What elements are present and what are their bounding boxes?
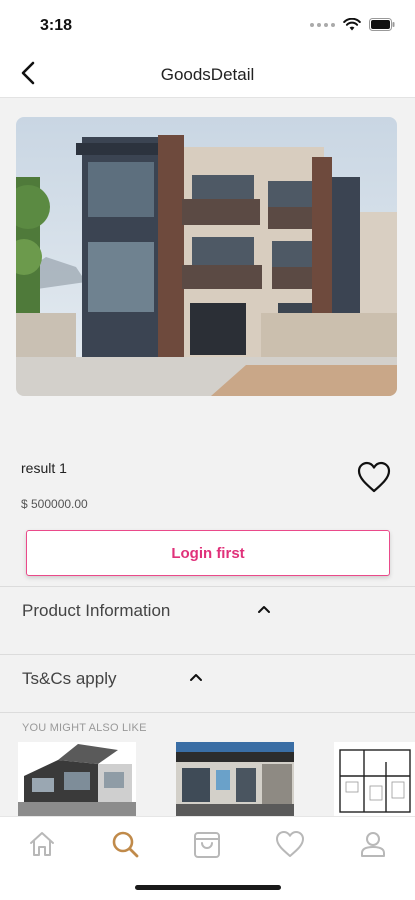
- favorite-button[interactable]: [356, 460, 392, 494]
- section-product-information[interactable]: Product Information: [0, 586, 415, 654]
- home-indicator: [135, 885, 281, 890]
- login-button[interactable]: Login first: [26, 530, 390, 576]
- profile-icon: [361, 832, 385, 857]
- tab-cart[interactable]: [189, 827, 225, 861]
- status-icons: [310, 18, 395, 31]
- page-title: GoodsDetail: [160, 65, 255, 84]
- chevron-up-icon[interactable]: [188, 669, 204, 685]
- divider: [0, 712, 415, 713]
- recommendation-card[interactable]: [334, 742, 415, 816]
- heart-icon: [276, 831, 304, 857]
- nav-bar: GoodsDetail: [0, 50, 415, 98]
- heart-outline-icon: [357, 461, 391, 493]
- recommendation-card[interactable]: [18, 742, 136, 816]
- wifi-icon: [343, 18, 361, 31]
- product-name: result 1: [21, 460, 67, 476]
- home-icon: [30, 832, 54, 856]
- section-label: Product Information: [22, 601, 171, 620]
- section-tscs[interactable]: Ts&Cs apply: [0, 654, 415, 712]
- recommendations-title: YOU MIGHT ALSO LIKE: [22, 722, 147, 734]
- status-time: 3:18: [40, 17, 73, 34]
- recommendation-card[interactable]: [176, 742, 294, 816]
- shopping-bag-icon: [194, 832, 220, 858]
- section-label: Ts&Cs apply: [22, 669, 117, 688]
- status-bar: 3:18: [0, 0, 415, 50]
- product-price: $ 500000.00: [21, 497, 88, 511]
- tab-favorites[interactable]: [272, 827, 308, 861]
- tab-home[interactable]: [24, 827, 60, 861]
- search-icon: [112, 831, 139, 858]
- chevron-up-icon[interactable]: [256, 601, 272, 617]
- tab-profile[interactable]: [355, 827, 391, 861]
- tab-search[interactable]: [107, 827, 143, 861]
- signal-icon: [310, 22, 335, 27]
- product-image[interactable]: [16, 117, 397, 396]
- battery-icon: [369, 18, 395, 31]
